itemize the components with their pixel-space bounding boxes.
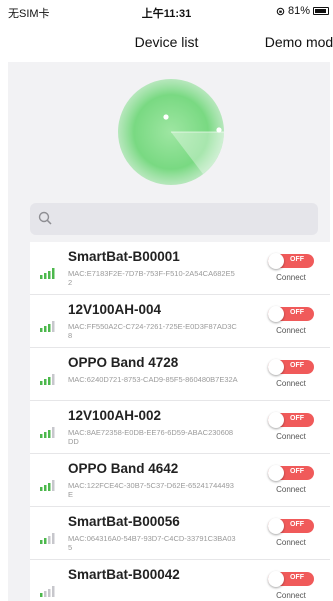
- signal-strength-icon: [40, 533, 55, 544]
- battery-percent: 81%: [287, 5, 310, 17]
- toggle-off-label: OFF: [290, 574, 304, 581]
- connect-label: Connect: [276, 538, 306, 547]
- connect-label: Connect: [276, 591, 306, 600]
- device-row[interactable]: 12V100AH-004 MAC:FF550A2C-C724-7261-725E…: [30, 295, 330, 348]
- signal-strength-icon: [40, 374, 55, 385]
- device-name: SmartBat-B00001: [68, 249, 180, 264]
- device-list: SmartBat-B00001 MAC:E7183F2E-7D7B-753F-F…: [30, 242, 330, 601]
- battery-icon: [313, 7, 329, 15]
- device-row[interactable]: SmartBat-B00001 MAC:E7183F2E-7D7B-753F-F…: [30, 242, 330, 295]
- toggle-off-label: OFF: [290, 309, 304, 316]
- toggle-off-label: OFF: [290, 468, 304, 475]
- toggle-off-label: OFF: [290, 415, 304, 422]
- connect-toggle[interactable]: OFF: [268, 359, 314, 375]
- device-name: SmartBat-B00056: [68, 514, 180, 529]
- connect-label: Connect: [276, 326, 306, 335]
- search-icon: [38, 211, 52, 225]
- toggle-off-label: OFF: [290, 256, 304, 263]
- toggle-off-label: OFF: [290, 521, 304, 528]
- device-name: OPPO Band 4728: [68, 355, 179, 370]
- signal-strength-icon: [40, 480, 55, 491]
- connect-toggle[interactable]: OFF: [268, 412, 314, 428]
- device-mac: MAC:6240D721-8753-CAD9-85F5-860480B7E32A: [68, 375, 238, 384]
- connect-label: Connect: [276, 432, 306, 441]
- toggle-off-label: OFF: [290, 362, 304, 369]
- device-name: SmartBat-B00042: [68, 567, 180, 582]
- device-mac: MAC:8AE72358-E0DB-EE76-6D59-ABAC230608DD: [68, 428, 234, 446]
- device-row[interactable]: 12V100AH-002 MAC:8AE72358-E0DB-EE76-6D59…: [30, 401, 330, 454]
- signal-strength-icon: [40, 321, 55, 332]
- connect-label: Connect: [276, 485, 306, 494]
- search-input[interactable]: [58, 207, 308, 231]
- signal-strength-icon: [40, 427, 55, 438]
- device-name: 12V100AH-004: [68, 302, 162, 317]
- device-mac: MAC:122FCE4C-30B7-5C37-D62E-65241744493E: [68, 481, 234, 499]
- orientation-lock-icon: [276, 7, 285, 15]
- status-bar: 无SIM卡 上午11:31 81%: [0, 0, 333, 22]
- device-row[interactable]: OPPO Band 4728 MAC:6240D721-8753-CAD9-85…: [30, 348, 330, 401]
- status-right: 81%: [276, 5, 329, 17]
- radar-icon: [116, 77, 226, 187]
- device-list-panel: SmartBat-B00001 MAC:E7183F2E-7D7B-753F-F…: [8, 62, 330, 601]
- nav-bar: Device list Demo mode: [0, 26, 333, 62]
- connect-toggle[interactable]: OFF: [268, 253, 314, 269]
- connect-toggle[interactable]: OFF: [268, 306, 314, 322]
- connect-label: Connect: [276, 379, 306, 388]
- demo-mode-button[interactable]: Demo mode: [265, 34, 333, 50]
- device-row[interactable]: SmartBat-B00056 MAC:064316A0-54B7-93D7-C…: [30, 507, 330, 560]
- device-mac: MAC:064316A0-54B7-93D7-C4CD-33791C3BA035: [68, 534, 236, 552]
- device-name: 12V100AH-002: [68, 408, 162, 423]
- connect-toggle[interactable]: OFF: [268, 465, 314, 481]
- device-row[interactable]: SmartBat-B00042 OFF Connect: [30, 560, 330, 601]
- connect-toggle[interactable]: OFF: [268, 571, 314, 587]
- signal-strength-icon: [40, 586, 55, 597]
- device-row[interactable]: OPPO Band 4642 MAC:122FCE4C-30B7-5C37-D6…: [30, 454, 330, 507]
- connect-toggle[interactable]: OFF: [268, 518, 314, 534]
- device-name: OPPO Band 4642: [68, 461, 179, 476]
- search-bar[interactable]: [30, 203, 318, 235]
- device-mac: MAC:E7183F2E-7D7B-753F-F510-2A54CA682E52: [68, 269, 235, 287]
- connect-label: Connect: [276, 273, 306, 282]
- signal-strength-icon: [40, 268, 55, 279]
- device-mac: MAC:FF550A2C-C724-7261-725E-E0D3F87AD3C8: [68, 322, 237, 340]
